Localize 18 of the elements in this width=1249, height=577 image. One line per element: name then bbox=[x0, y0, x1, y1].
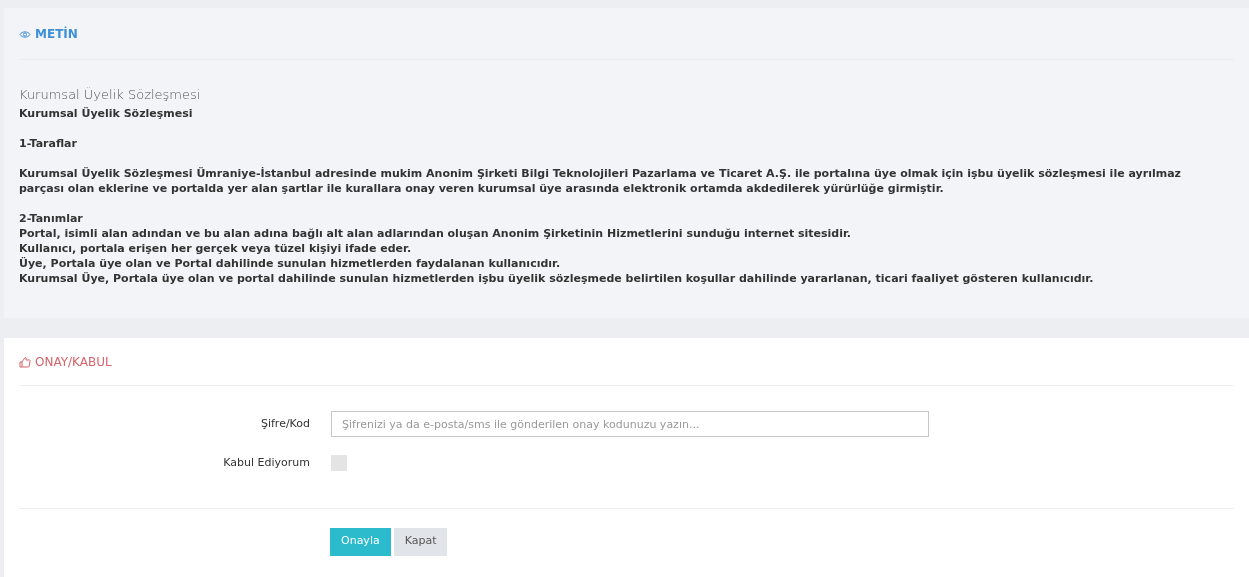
section-title: ONAY/KABUL bbox=[35, 353, 112, 371]
agreement-text: Üye, Portala üye olan ve Portal dahilinde sunulan hizmetlerden faydalanan kullanıcıdır. bbox=[19, 256, 561, 271]
agreement-text: Kurumsal Üyelik Sözleşmesi Ümraniye-İstanbul adresinde mukim Anonim Şirketi Bilgi Teknolojileri Pazarlama ve Ticaret A.Ş. ile portalına üye olmak için işbu üyelik sözleşmesi ile ayrılmaz parçası olan eklerine ve portalda yer alan şartlar ile kurallara onay veren kurumsal üye arasında elektronik ortamda akdedilerek yürürlüğe girmiştir. bbox=[19, 166, 1182, 196]
code-input-field[interactable]: Şifrenizi ya da e-posta/sms ile gönderilen onay kodunuzu yazın... bbox=[331, 411, 929, 437]
agreement-text: Kullanıcı, portala erişen her gerçek veya tüzel kişiyi ifade eder. bbox=[19, 241, 412, 256]
eye-icon bbox=[19, 29, 31, 39]
field-label: Şifre/Kod bbox=[260, 415, 310, 432]
agreement-text: Kurumsal Üye, Portala üye olan ve portal dahilinde sunulan hizmetlerden işbu üyelik sözleşmede belirtilen koşullar dahilinde yararlanan, ticari faaliyet gösteren kullanıcıdır. bbox=[19, 271, 1094, 286]
agreement-text: Portal, isimli alan adından ve bu alan adına bağlı alt alan adlarından oluşan Anonim Şirketinin Hizmetlerini sunduğu internet sitesidir. bbox=[19, 226, 852, 241]
checkbox-label: Kabul Ediyorum bbox=[223, 455, 310, 471]
section-title: METİN bbox=[35, 25, 78, 43]
close-button[interactable]: Kapat bbox=[393, 527, 448, 556]
thumbs-up-icon bbox=[19, 355, 31, 368]
agreement-text: Kurumsal Üyelik Sözleşmesi bbox=[19, 106, 193, 121]
agreement-text: 1-Taraflar bbox=[19, 136, 77, 151]
accept-checkbox[interactable] bbox=[331, 455, 347, 472]
document-title: Kurumsal Üyelik Sözleşmesi bbox=[19, 86, 201, 104]
agreement-text: 2-Tanımlar bbox=[19, 211, 83, 226]
